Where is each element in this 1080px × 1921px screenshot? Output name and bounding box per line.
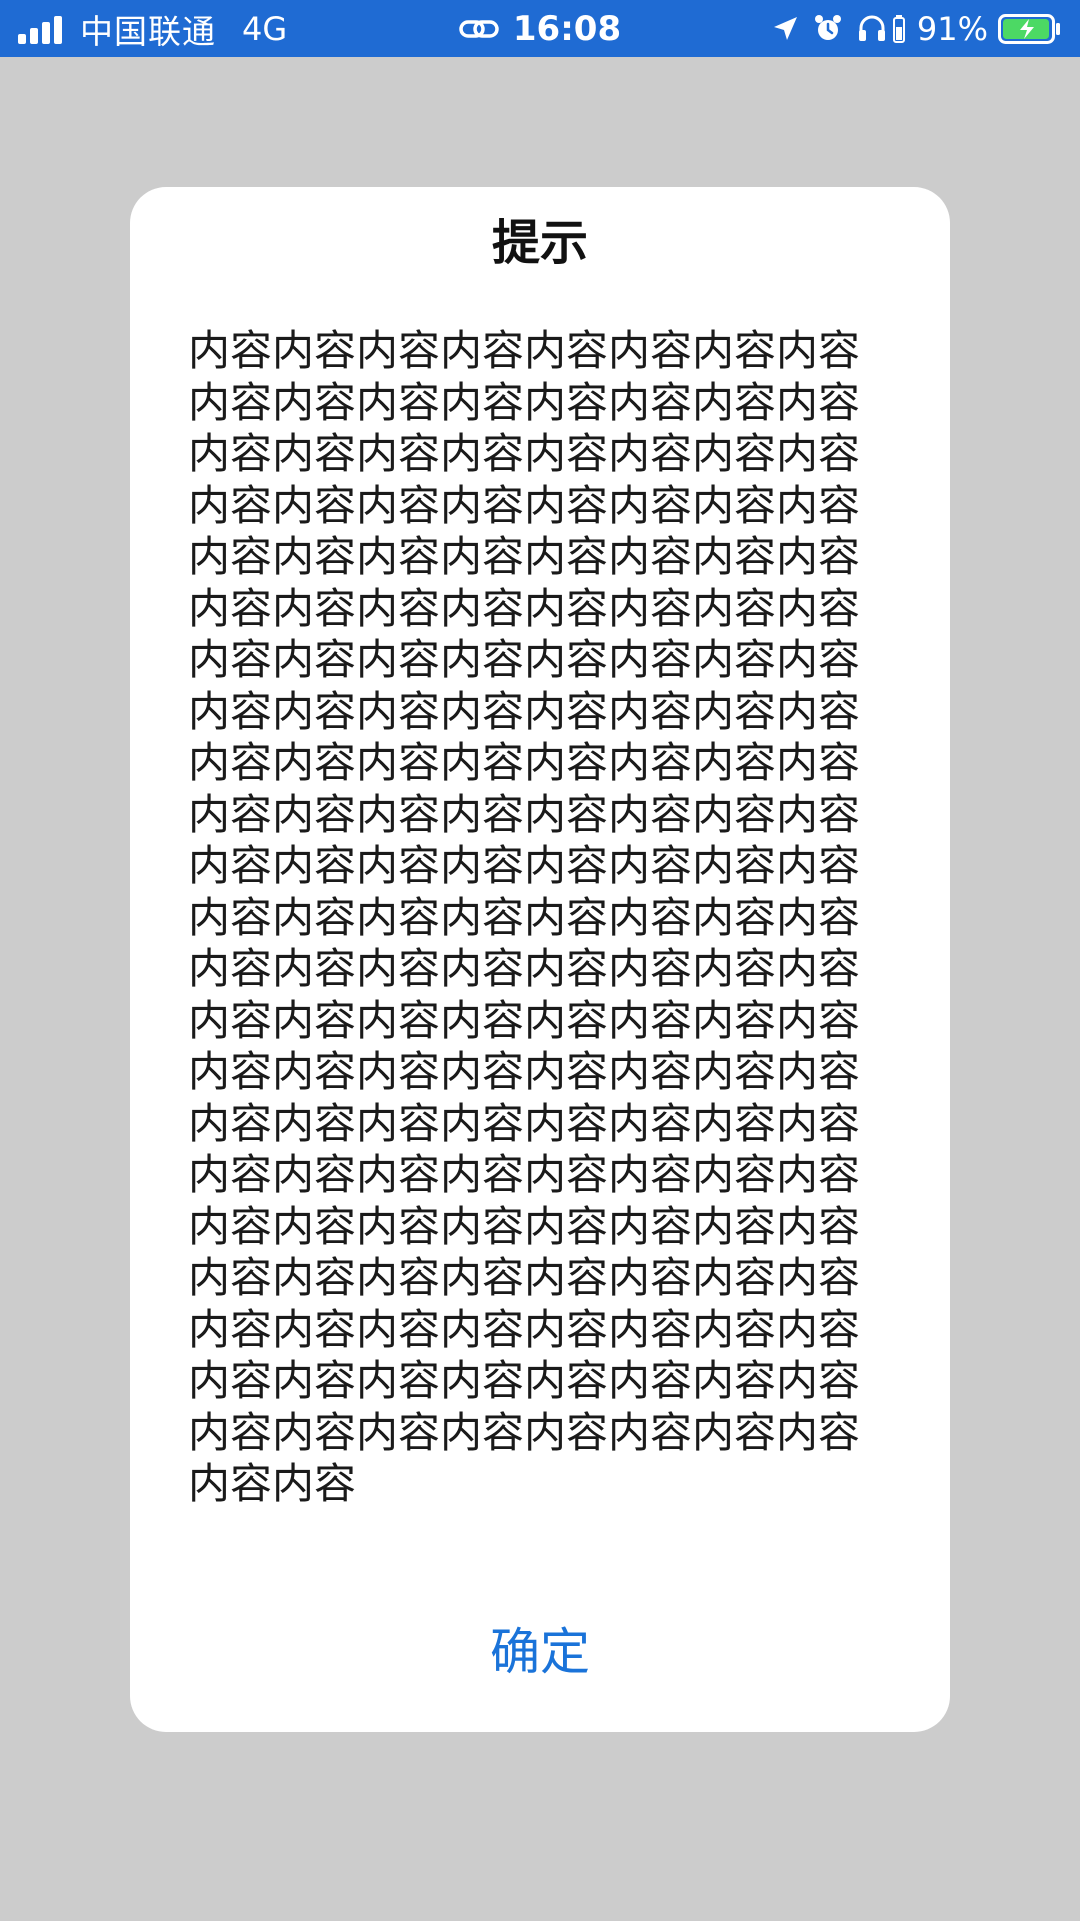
location-arrow-icon — [771, 15, 799, 43]
signal-icon — [18, 14, 66, 44]
clock-time: 16:08 — [512, 8, 622, 49]
battery-charging-icon — [998, 13, 1062, 45]
status-bar-left: 中国联通 4G — [18, 0, 287, 57]
status-bar: 中国联通 4G 16:08 91% — [0, 0, 1080, 57]
battery-small-icon — [892, 14, 905, 43]
network-type: 4G — [242, 9, 288, 48]
link-icon — [459, 16, 499, 42]
alert-dialog: 提示 内容内容内容内容内容内容内容内容内容内容内容内容内容内容内容内容内容内容内… — [130, 187, 950, 1732]
confirm-button[interactable]: 确定 — [130, 1597, 950, 1707]
alarm-clock-icon — [813, 14, 843, 44]
dialog-title: 提示 — [491, 215, 588, 271]
dialog-message: 内容内容内容内容内容内容内容内容内容内容内容内容内容内容内容内容内容内容内容内容… — [188, 326, 861, 1508]
headphones-icon — [857, 14, 887, 44]
carrier-name: 中国联通 — [80, 11, 216, 51]
battery-percent: 91% — [916, 9, 988, 48]
status-bar-right: 91% — [757, 0, 1062, 57]
